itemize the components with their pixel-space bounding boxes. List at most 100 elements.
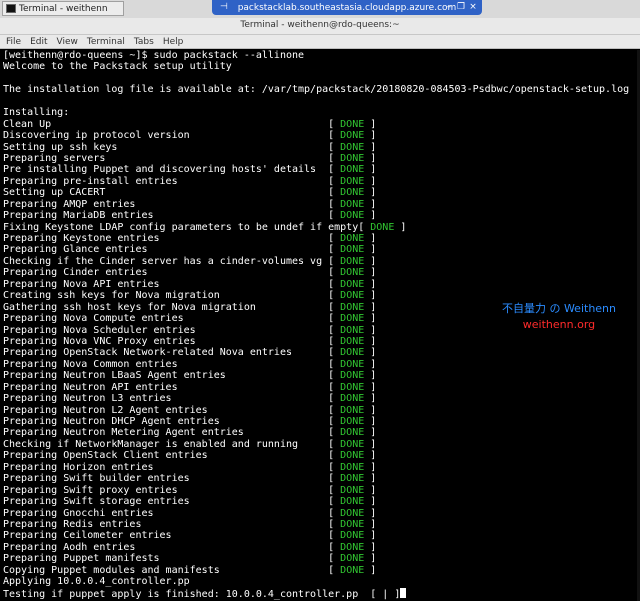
step-label: Preparing Neutron API entries (3, 381, 178, 393)
step-label: Pre installing Puppet and discovering ho… (3, 164, 317, 176)
step-label: Preparing Swift storage entries (3, 496, 190, 508)
install-step-line: Fixing Keystone LDAP config parameters t… (3, 221, 407, 233)
step-label: Preparing Aodh entries (3, 541, 136, 553)
install-step-line: Preparing Swift builder entries [ DONE ] (3, 473, 377, 485)
line-text: The installation log file is available a… (3, 84, 630, 96)
menu-help[interactable]: Help (163, 37, 184, 47)
watermark: 不自量力 の Weithenn weithenn.org (502, 300, 616, 331)
install-step-line: Preparing Swift storage entries [ DONE ] (3, 496, 377, 508)
step-label: Preparing Gnocchi entries (3, 507, 154, 519)
restore-icon[interactable]: ❐ (456, 2, 466, 12)
install-step-line: Checking if NetworkManager is enabled an… (3, 438, 377, 450)
line-text: Applying 10.0.0.4_controller.pp (3, 576, 190, 588)
step-label: Preparing Neutron Metering Agent entries (3, 427, 244, 439)
status-done: DONE (340, 518, 365, 530)
status-done: DONE (340, 347, 365, 359)
step-label: Gathering ssh host keys for Nova migrati… (3, 301, 256, 313)
install-step-line: Preparing Neutron L3 entries [ DONE ] (3, 393, 377, 405)
step-label: Preparing Nova Compute entries (3, 313, 184, 325)
step-label: Preparing Neutron DHCP Agent entries (3, 416, 220, 427)
install-step-line: Preparing Nova VNC Proxy entries [ DONE … (3, 335, 377, 347)
status-done: DONE (340, 381, 365, 393)
menu-view[interactable]: View (57, 37, 78, 47)
step-label: Preparing Swift proxy entries (3, 484, 178, 496)
step-label: Fixing Keystone LDAP config parameters t… (3, 221, 359, 233)
menu-file[interactable]: File (6, 37, 21, 47)
status-done: DONE (340, 324, 365, 336)
install-step-line: Preparing Cinder entries [ DONE ] (3, 267, 377, 279)
install-step-line: Copying Puppet modules and manifests [ D… (3, 564, 377, 576)
install-step-line: Preparing Neutron LBaaS Agent entries [ … (3, 370, 377, 382)
menu-edit[interactable]: Edit (30, 37, 47, 47)
watermark-site: weithenn.org (522, 318, 596, 331)
install-step-line: Preparing OpenStack Client entries [ DON… (3, 450, 377, 462)
terminal-line: Testing if puppet apply is finished: 10.… (3, 587, 629, 600)
install-step-line: Preparing Horizon entries [ DONE ] (3, 461, 377, 473)
window-title-bar[interactable]: Terminal - weithenn@rdo-queens:~ (0, 18, 640, 35)
install-step-line: Preparing MariaDB entries [ DONE ] (3, 210, 377, 222)
install-step-line: Preparing Puppet manifests [ DONE ] (3, 553, 377, 565)
status-done: DONE (340, 164, 365, 176)
step-label: Creating ssh keys for Nova migration (3, 290, 220, 302)
menu-terminal[interactable]: Terminal (87, 37, 125, 47)
step-label: Copying Puppet modules and manifests (3, 564, 220, 576)
install-step-line: Preparing Nova Common entries [ DONE ] (3, 358, 377, 370)
menu-bar: File Edit View Terminal Tabs Help (0, 35, 640, 49)
step-label: Preparing Neutron L2 Agent entries (3, 404, 208, 416)
step-label: Discovering ip protocol version (3, 130, 190, 142)
install-step-line: Preparing Nova API entries [ DONE ] (3, 278, 377, 290)
install-step-line: Preparing Swift proxy entries [ DONE ] (3, 484, 377, 496)
status-done: DONE (340, 233, 365, 244)
terminal-line: Installing: (3, 107, 629, 118)
status-done: DONE (340, 175, 365, 187)
status-done: DONE (340, 541, 365, 553)
step-label: Preparing servers (3, 152, 106, 164)
step-label: Setting up ssh keys (3, 141, 118, 153)
install-step-line: Preparing servers [ DONE ] (3, 152, 377, 164)
terminal-output[interactable]: [weithenn@rdo-queens ~]$ sudo packstack … (0, 50, 640, 601)
step-label: Preparing Puppet manifests (3, 553, 160, 565)
step-label: Preparing OpenStack Client entries (3, 450, 208, 462)
status-done: DONE (340, 335, 365, 347)
pin-icon[interactable]: ⊣ (220, 2, 228, 12)
install-step-line: Checking if the Cinder server has a cind… (3, 255, 377, 267)
status-done: DONE (340, 450, 365, 462)
remote-desktop-bar: Terminal - weithenn ⊣ packstacklab.south… (0, 0, 640, 19)
status-done: DONE (340, 210, 365, 222)
line-text: Testing if puppet apply is finished: 10.… (3, 588, 401, 600)
status-done: DONE (340, 530, 365, 542)
step-label: Preparing Nova VNC Proxy entries (3, 335, 196, 347)
status-done: DONE (340, 427, 365, 439)
terminal-line: Applying 10.0.0.4_controller.pp (3, 576, 629, 587)
install-step-line: Preparing AMQP entries [ DONE ] (3, 198, 377, 210)
status-done: DONE (340, 290, 365, 302)
remote-session-title: ⊣ packstacklab.southeastasia.cloudapp.az… (212, 0, 482, 15)
status-done: DONE (340, 313, 365, 325)
install-step-line: Preparing OpenStack Network-related Nova… (3, 347, 377, 359)
line-text: Installing: (3, 107, 70, 119)
taskbar-terminal-button[interactable]: Terminal - weithenn (2, 1, 124, 16)
step-label: Preparing Neutron LBaaS Agent entries (3, 370, 226, 382)
status-done: DONE (340, 255, 365, 267)
step-label: Checking if the Cinder server has a cind… (3, 255, 323, 267)
close-icon[interactable]: × (468, 2, 478, 12)
text-cursor (400, 587, 407, 598)
step-label: Preparing Redis entries (3, 518, 142, 530)
install-step-line: Preparing Glance entries [ DONE ] (3, 244, 377, 256)
status-done: DONE (340, 564, 365, 576)
minimize-icon[interactable]: – (444, 2, 454, 12)
status-done: DONE (340, 404, 365, 416)
install-step-line: Setting up ssh keys [ DONE ] (3, 141, 377, 153)
status-done: DONE (340, 393, 365, 405)
menu-tabs[interactable]: Tabs (134, 37, 154, 47)
step-label: Preparing Nova Scheduler entries (3, 324, 196, 336)
taskbar-label: Terminal - weithenn (19, 3, 108, 14)
watermark-author: 不自量力 の Weithenn (501, 302, 616, 315)
terminal-icon (6, 4, 16, 13)
step-label: Setting up CACERT (3, 187, 106, 199)
install-step-line: Preparing Ceilometer entries [ DONE ] (3, 530, 377, 542)
step-label: Preparing Nova API entries (3, 278, 160, 290)
status-done: DONE (340, 370, 365, 382)
